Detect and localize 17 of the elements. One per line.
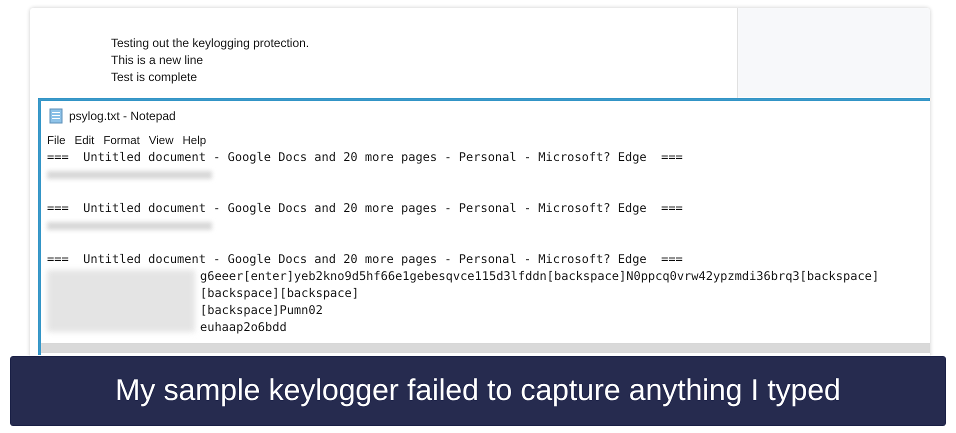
menu-item[interactable]: File (47, 135, 66, 147)
log-line: g6eeer[enter]yeb2kno9d5hf66e1gebesqvce115d3lfddn[backspace]N0ppcq0vrw42ypzmdi36brq3[backspace] (200, 268, 880, 285)
log-line: === Untitled document - Google Docs and 20 more pages - Personal - Microsoft? Edge === (47, 251, 684, 268)
log-line: euhaap2o6bdd (200, 319, 288, 336)
log-line: [backspace]Pumn02 (200, 302, 324, 319)
menu-item[interactable]: Help (182, 135, 206, 147)
document-text: Test is complete (111, 69, 198, 86)
document-text: This is a new line (111, 52, 204, 69)
log-line: === Untitled document - Google Docs and 20 more pages - Personal - Microsoft? Edge === (47, 200, 684, 217)
log-line: === Untitled document - Google Docs and 20 more pages - Personal - Microsoft? Edge === (47, 149, 684, 166)
window-title: psylog.txt - Notepad (69, 109, 176, 123)
menu-item[interactable]: Edit (74, 135, 94, 147)
menu-item[interactable]: View (148, 135, 174, 147)
menu-item[interactable]: Format (103, 135, 140, 147)
document-text: Testing out the keylogging protection. (111, 35, 310, 52)
caption-text: My sample keylogger failed to capture anything I typed (115, 374, 841, 408)
log-line: [backspace][backspace] (200, 285, 360, 302)
